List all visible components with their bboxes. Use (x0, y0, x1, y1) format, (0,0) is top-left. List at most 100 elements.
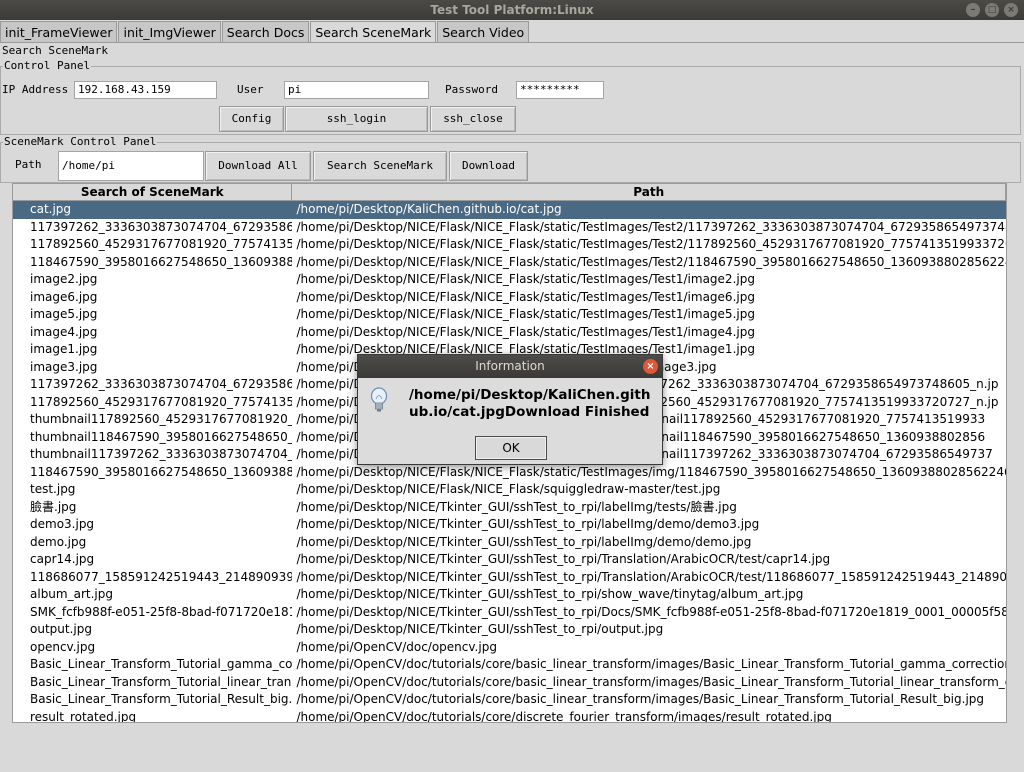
cell-filename: demo3.jpg (30, 517, 95, 531)
cell-path: /home/pi/Desktop/NICE/Tkinter_GUI/sshTes… (296, 604, 1006, 619)
table-row[interactable]: demo.jpg/home/pi/Desktop/NICE/Tkinter_GU… (13, 534, 1006, 552)
window-title: Test Tool Platform:Linux (430, 3, 594, 17)
table-row[interactable]: test.jpg/home/pi/Desktop/NICE/Flask/NICE… (13, 481, 1006, 499)
password-label: Password (445, 83, 498, 96)
table-row[interactable]: 117397262_3336303873074704_67293586549/h… (13, 219, 1006, 237)
table-row[interactable]: 118686077_158591242519443_21489093907/ho… (13, 569, 1006, 587)
cell-filename: Basic_Linear_Transform_Tutorial_gamma_co… (30, 657, 293, 671)
cell-filename: 118686077_158591242519443_21489093907 (30, 569, 293, 584)
config-button[interactable]: Config (219, 106, 284, 132)
cell-path: /home/pi/Desktop/NICE/Tkinter_GUI/sshTes… (296, 587, 804, 601)
page-heading: Search SceneMark (2, 44, 108, 57)
minimize-icon[interactable]: – (966, 3, 980, 17)
path-input[interactable]: /home/pi (58, 151, 204, 181)
dialog-ok-button[interactable]: OK (475, 436, 547, 460)
dialog-title: Information (475, 359, 545, 373)
cell-filename: opencv.jpg (30, 639, 96, 654)
cell-path: /home/pi/Desktop/NICE/Flask/NICE_Flask/s… (296, 324, 755, 339)
cell-path: /home/pi/Desktop/NICE/Flask/NICE_Flask/s… (296, 289, 755, 304)
user-input[interactable]: pi (284, 81, 429, 99)
cell-filename: cat.jpg (30, 202, 72, 216)
table-row[interactable]: demo3.jpg/home/pi/Desktop/NICE/Tkinter_G… (13, 516, 1006, 534)
dialog-close-icon[interactable]: × (643, 359, 658, 374)
dialog-titlebar: Information × (358, 355, 662, 378)
cell-filename: album_art.jpg (30, 587, 113, 601)
cell-filename: Basic_Linear_Transform_Tutorial_Result_b… (30, 692, 293, 706)
tab-search-scenemark[interactable]: Search SceneMark (310, 21, 437, 43)
cell-path: /home/pi/OpenCV/doc/tutorials/core/discr… (296, 709, 832, 723)
table-row[interactable]: Basic_Linear_Transform_Tutorial_Result_b… (13, 691, 1006, 709)
cell-filename: image3.jpg (30, 359, 98, 374)
table-row[interactable]: output.jpg/home/pi/Desktop/NICE/Tkinter_… (13, 621, 1006, 639)
cell-filename: 117397262_3336303873074704_67293586549 (30, 219, 293, 234)
cell-path: /home/pi/OpenCV/doc/tutorials/core/basic… (296, 657, 1006, 671)
cell-filename: 118467590_3958016627548650_13609388028 (30, 254, 293, 269)
close-icon[interactable]: × (1004, 3, 1018, 17)
maximize-icon[interactable]: □ (985, 3, 999, 17)
download-all-button[interactable]: Download All (205, 151, 311, 181)
table-row[interactable]: image4.jpg/home/pi/Desktop/NICE/Flask/NI… (13, 324, 1006, 342)
table-row[interactable]: album_art.jpg/home/pi/Desktop/NICE/Tkint… (13, 586, 1006, 604)
cell-filename: 118467590_3958016627548650_13609388028 (30, 464, 293, 479)
search-scenemark-button[interactable]: Search SceneMark (313, 151, 447, 181)
ssh-close-button[interactable]: ssh_close (430, 106, 516, 132)
table-row[interactable]: opencv.jpg/home/pi/OpenCV/doc/opencv.jpg (13, 639, 1006, 657)
table-row[interactable]: image5.jpg/home/pi/Desktop/NICE/Flask/NI… (13, 306, 1006, 324)
cell-path: /home/pi/OpenCV/doc/tutorials/core/basic… (296, 692, 985, 706)
table-row[interactable]: image2.jpg/home/pi/Desktop/NICE/Flask/NI… (13, 271, 1006, 289)
table-row[interactable]: image6.jpg/home/pi/Desktop/NICE/Flask/NI… (13, 289, 1006, 307)
cell-filename: test.jpg (30, 482, 76, 496)
table-row[interactable]: Basic_Linear_Transform_Tutorial_gamma_co… (13, 656, 1006, 674)
cell-path: /home/pi/Desktop/NICE/Flask/NICE_Flask/s… (296, 219, 1006, 234)
tab-init-imgviewer[interactable]: init_ImgViewer (118, 21, 221, 43)
cell-path: /home/pi/Desktop/NICE/Tkinter_GUI/sshTes… (296, 534, 752, 549)
table-header: Search of SceneMark Path (13, 184, 1006, 201)
table-row[interactable]: 117892560_4529317677081920_77574135199/h… (13, 236, 1006, 254)
cell-filename: 117397262_3336303873074704_67293586549 (30, 377, 293, 391)
cell-path: /home/pi/Desktop/NICE/Tkinter_GUI/sshTes… (296, 499, 737, 514)
cell-path: /home/pi/Desktop/NICE/Tkinter_GUI/sshTes… (296, 569, 1006, 584)
table-row[interactable]: Basic_Linear_Transform_Tutorial_linear_t… (13, 674, 1006, 692)
table-row[interactable]: 118467590_3958016627548650_13609388028/h… (13, 254, 1006, 272)
path-label: Path (15, 158, 42, 171)
cell-filename: 臉書.jpg (30, 499, 77, 514)
cell-path: /home/pi/Desktop/NICE/Flask/NICE_Flask/s… (296, 272, 755, 286)
table-row[interactable]: 臉書.jpg/home/pi/Desktop/NICE/Tkinter_GUI/… (13, 499, 1006, 517)
tab-bar: init_FrameViewer init_ImgViewer Search D… (0, 21, 530, 43)
table-row[interactable]: cat.jpg/home/pi/Desktop/KaliChen.github.… (13, 201, 1006, 219)
cell-path: /home/pi/Desktop/NICE/Tkinter_GUI/sshTes… (296, 552, 831, 566)
ip-address-label: IP Address (2, 83, 69, 96)
column-header-search[interactable]: Search of SceneMark (13, 184, 293, 200)
table-row[interactable]: SMK_fcfb988f-e051-25f8-8bad-f071720e1819… (13, 604, 1006, 622)
table-row[interactable]: 118467590_3958016627548650_13609388028/h… (13, 464, 1006, 482)
cell-filename: thumbnail118467590_3958016627548650_136 (30, 429, 293, 444)
cell-filename: result_rotated.jpg (30, 709, 137, 723)
cell-path: /home/pi/OpenCV/doc/tutorials/core/basic… (296, 674, 1006, 689)
cell-path: /home/pi/Desktop/NICE/Flask/NICE_Flask/s… (296, 464, 1006, 479)
cell-filename: capr14.jpg (30, 552, 95, 566)
cell-filename: thumbnail117892560_4529317677081920_775 (30, 412, 293, 426)
cell-filename: demo.jpg (30, 534, 87, 549)
cell-filename: image2.jpg (30, 272, 98, 286)
cell-filename: SMK_fcfb988f-e051-25f8-8bad-f071720e1819… (30, 604, 293, 619)
column-header-path[interactable]: Path (292, 184, 1006, 200)
ip-address-input[interactable]: 192.168.43.159 (74, 81, 217, 99)
password-input[interactable]: ********* (516, 81, 604, 99)
table-row[interactable]: capr14.jpg/home/pi/Desktop/NICE/Tkinter_… (13, 551, 1006, 569)
cell-filename: 117892560_4529317677081920_77574135199 (30, 394, 293, 409)
window-controls: – □ × (966, 3, 1018, 17)
download-button[interactable]: Download (449, 151, 528, 181)
cell-filename: image1.jpg (30, 342, 98, 356)
tab-init-frameviewer[interactable]: init_FrameViewer (0, 21, 118, 43)
ssh-login-button[interactable]: ssh_login (285, 106, 428, 132)
table-row[interactable]: result_rotated.jpg/home/pi/OpenCV/doc/tu… (13, 709, 1006, 723)
tab-search-docs[interactable]: Search Docs (221, 21, 310, 43)
cell-path: /home/pi/Desktop/KaliChen.github.io/cat.… (296, 202, 562, 216)
information-dialog: Information × /home/pi/Desktop/KaliChen.… (357, 354, 663, 465)
tab-search-video[interactable]: Search Video (437, 21, 530, 43)
scenemark-panel-title: SceneMark Control Panel (3, 135, 158, 148)
cell-filename: image5.jpg (30, 307, 98, 321)
tab-divider (0, 42, 1024, 43)
window-titlebar: Test Tool Platform:Linux – □ × (0, 0, 1024, 20)
cell-path: /home/pi/Desktop/NICE/Flask/NICE_Flask/s… (296, 482, 721, 496)
